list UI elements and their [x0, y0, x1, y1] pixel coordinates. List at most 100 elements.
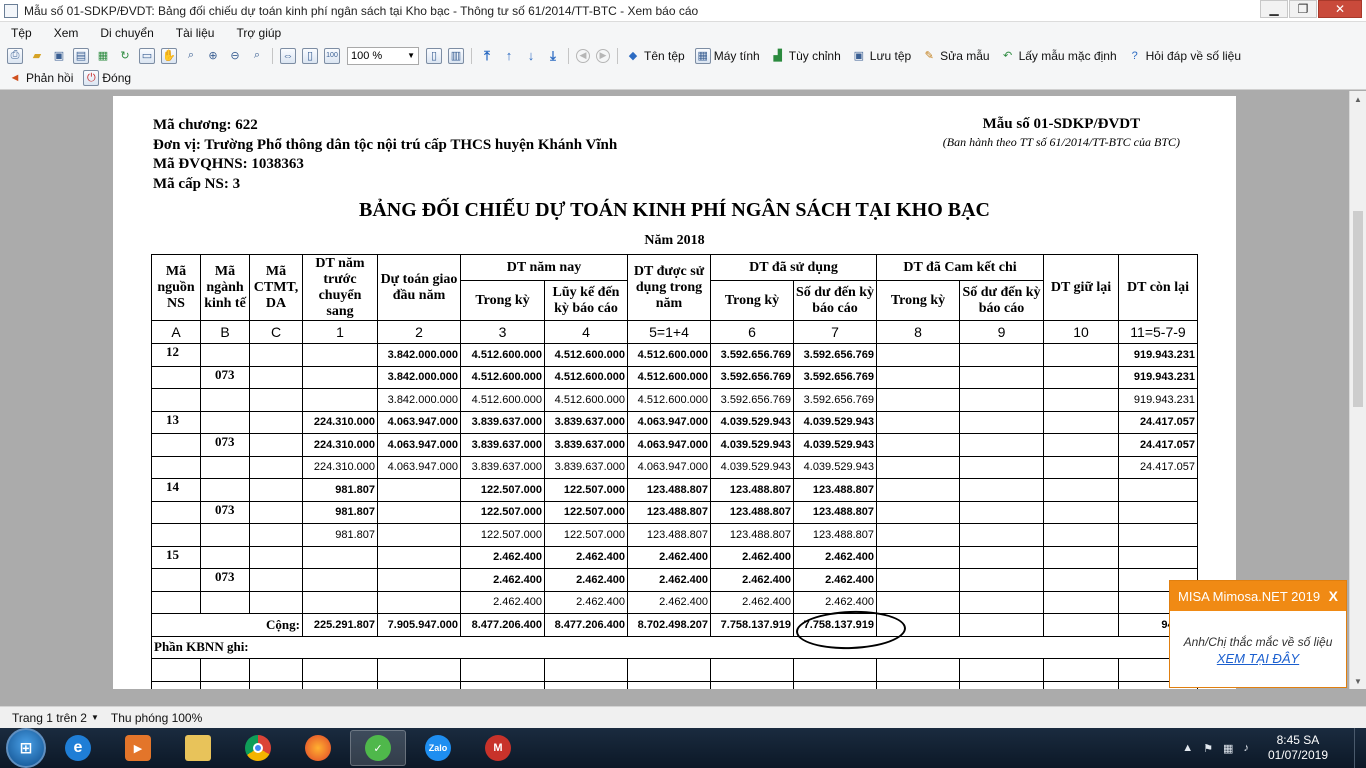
page-setup-icon[interactable]: ▭: [139, 47, 155, 64]
maximize-icon[interactable]: ❐: [1289, 0, 1317, 18]
taskbar-app[interactable]: M: [470, 730, 526, 766]
close-button[interactable]: ⏻ Đóng: [80, 70, 131, 86]
single-page-icon[interactable]: ▯: [426, 47, 442, 64]
last-page-icon[interactable]: ⤓: [545, 48, 561, 64]
print-icon[interactable]: ⎙: [7, 47, 23, 64]
show-hidden-icons-icon[interactable]: ▲: [1182, 742, 1193, 754]
close-icon[interactable]: ✕: [1318, 0, 1362, 18]
source-code-cell: 15: [151, 545, 201, 569]
page-width-icon[interactable]: ⇔: [280, 47, 296, 64]
whole-page-icon[interactable]: ▯: [302, 47, 318, 64]
total-amount-cell: [1043, 613, 1119, 637]
next-page-icon[interactable]: ↓: [523, 48, 539, 64]
start-button[interactable]: ⊞: [6, 728, 46, 768]
program-code-cell: [249, 365, 303, 389]
sector-code-cell: 073: [200, 568, 250, 592]
save-icon[interactable]: ▣: [51, 48, 67, 64]
hand-tool-icon[interactable]: ✋: [161, 47, 177, 64]
report-year: Năm 2018: [644, 233, 705, 248]
zoom-icon[interactable]: ⌕: [183, 48, 199, 64]
header-so-du: Số dư đến kỳ báo cáo: [959, 280, 1044, 321]
megaphone-icon: ◄: [9, 72, 21, 84]
amount-cell: [959, 523, 1044, 547]
amount-cell: 2.462.400: [793, 545, 877, 569]
total-label: Cộng:: [151, 613, 303, 637]
page-indicator[interactable]: Trang 1 trên 2: [12, 711, 87, 725]
amount-cell: 981.807: [302, 478, 378, 502]
forward-icon[interactable]: ▶: [596, 48, 610, 63]
export-icon[interactable]: ▤: [73, 47, 89, 64]
taskbar-zalo[interactable]: Zalo: [410, 730, 466, 766]
refresh-icon[interactable]: ↻: [117, 48, 133, 64]
header-dt-giu-lai: DT giữ lại: [1043, 254, 1119, 321]
clock[interactable]: 8:45 SA 01/07/2019: [1268, 733, 1328, 763]
sector-code-cell: [200, 523, 250, 547]
first-page-icon[interactable]: ⤒: [479, 48, 495, 64]
minimize-icon[interactable]: ▁: [1260, 0, 1288, 18]
save-file-button[interactable]: ▣ Lưu tệp: [848, 48, 912, 64]
network-icon[interactable]: ▦: [1223, 742, 1233, 755]
scroll-up-icon[interactable]: ▲: [1350, 91, 1366, 107]
notification-header: MISA Mimosa.NET 2019 X: [1170, 581, 1346, 611]
multi-page-icon[interactable]: ▥: [448, 47, 464, 64]
index-cell: 9: [959, 320, 1044, 344]
menu-file[interactable]: Tệp: [0, 26, 43, 40]
volume-icon[interactable]: ♪: [1243, 742, 1249, 754]
amount-cell: [876, 478, 960, 502]
amount-cell: 2.462.400: [544, 545, 628, 569]
page-dropdown-icon[interactable]: ▼: [91, 713, 99, 722]
taskbar-media-player[interactable]: ▶: [110, 730, 166, 766]
amount-cell: 4.512.600.000: [544, 365, 628, 389]
source-code-cell: [151, 365, 201, 389]
zoom-out-icon[interactable]: ⊖: [227, 48, 243, 64]
flag-icon[interactable]: ⚑: [1203, 742, 1213, 755]
amount-cell: 24.417.057: [1118, 410, 1198, 434]
index-cell: 3: [460, 320, 545, 344]
amount-cell: 4.063.947.000: [377, 455, 461, 479]
amount-cell: 224.310.000: [302, 433, 378, 457]
report-viewer[interactable]: Mã chương: 622 Đơn vị: Trường Phổ thông …: [0, 91, 1366, 689]
amount-cell: [959, 410, 1044, 434]
taskbar-explorer[interactable]: [170, 730, 226, 766]
default-template-button[interactable]: ↶ Lấy mẫu mặc định: [997, 48, 1117, 64]
file-name-button[interactable]: ◆ Tên tệp: [622, 48, 685, 64]
menu-document[interactable]: Tài liệu: [165, 26, 226, 40]
zoom-select[interactable]: 100 % ▼: [347, 46, 419, 65]
issued-by: (Ban hành theo TT số 61/2014/TT-BTC của …: [942, 135, 1180, 149]
feedback-button[interactable]: ◄ Phản hồi: [4, 70, 74, 86]
taskbar-firefox[interactable]: [290, 730, 346, 766]
customize-icon: ▟: [773, 50, 782, 62]
data-faq-button[interactable]: ? Hỏi đáp về số liệu: [1124, 48, 1241, 64]
actual-size-icon[interactable]: 100: [324, 47, 340, 64]
vertical-scrollbar[interactable]: ▲ ▼: [1349, 91, 1366, 689]
index-cell: 2: [377, 320, 461, 344]
customize-button[interactable]: ▟ Tùy chỉnh: [767, 48, 841, 64]
source-code-cell: [151, 500, 201, 524]
chevron-down-icon: ▼: [407, 51, 415, 60]
taskbar-ie[interactable]: e: [50, 730, 106, 766]
amount-cell: 3.842.000.000: [377, 343, 461, 367]
show-desktop-button[interactable]: [1354, 728, 1366, 768]
taskbar-chrome[interactable]: [230, 730, 286, 766]
amount-cell: 4.039.529.943: [710, 410, 794, 434]
scroll-down-icon[interactable]: ▼: [1350, 673, 1366, 689]
notification-close-button[interactable]: X: [1329, 588, 1338, 604]
zoom-fit-icon[interactable]: ⌕: [249, 48, 265, 64]
notification-link[interactable]: XEM TẠI ĐÂY: [1170, 651, 1346, 666]
menu-view[interactable]: Xem: [43, 26, 90, 40]
scroll-thumb[interactable]: [1353, 211, 1363, 407]
program-code-cell: [249, 410, 303, 434]
menu-help[interactable]: Trợ giúp: [225, 26, 292, 40]
back-icon[interactable]: ◀: [576, 48, 590, 63]
excel-icon[interactable]: ▦: [95, 48, 111, 64]
table-row: 981.807 122.507.000 122.507.000 123.488.807…: [151, 523, 1198, 547]
amount-cell: 4.039.529.943: [793, 455, 877, 479]
calculator-button[interactable]: ▦ Máy tính: [692, 47, 760, 64]
previous-page-icon[interactable]: ↑: [501, 48, 517, 64]
open-folder-icon[interactable]: ▰: [29, 48, 45, 64]
menu-navigate[interactable]: Di chuyển: [89, 26, 164, 40]
amount-cell: [876, 590, 960, 614]
zoom-in-icon[interactable]: ⊕: [205, 48, 221, 64]
taskbar-misa[interactable]: ✓: [350, 730, 406, 766]
edit-template-button[interactable]: ✎ Sửa mẫu: [918, 48, 990, 64]
